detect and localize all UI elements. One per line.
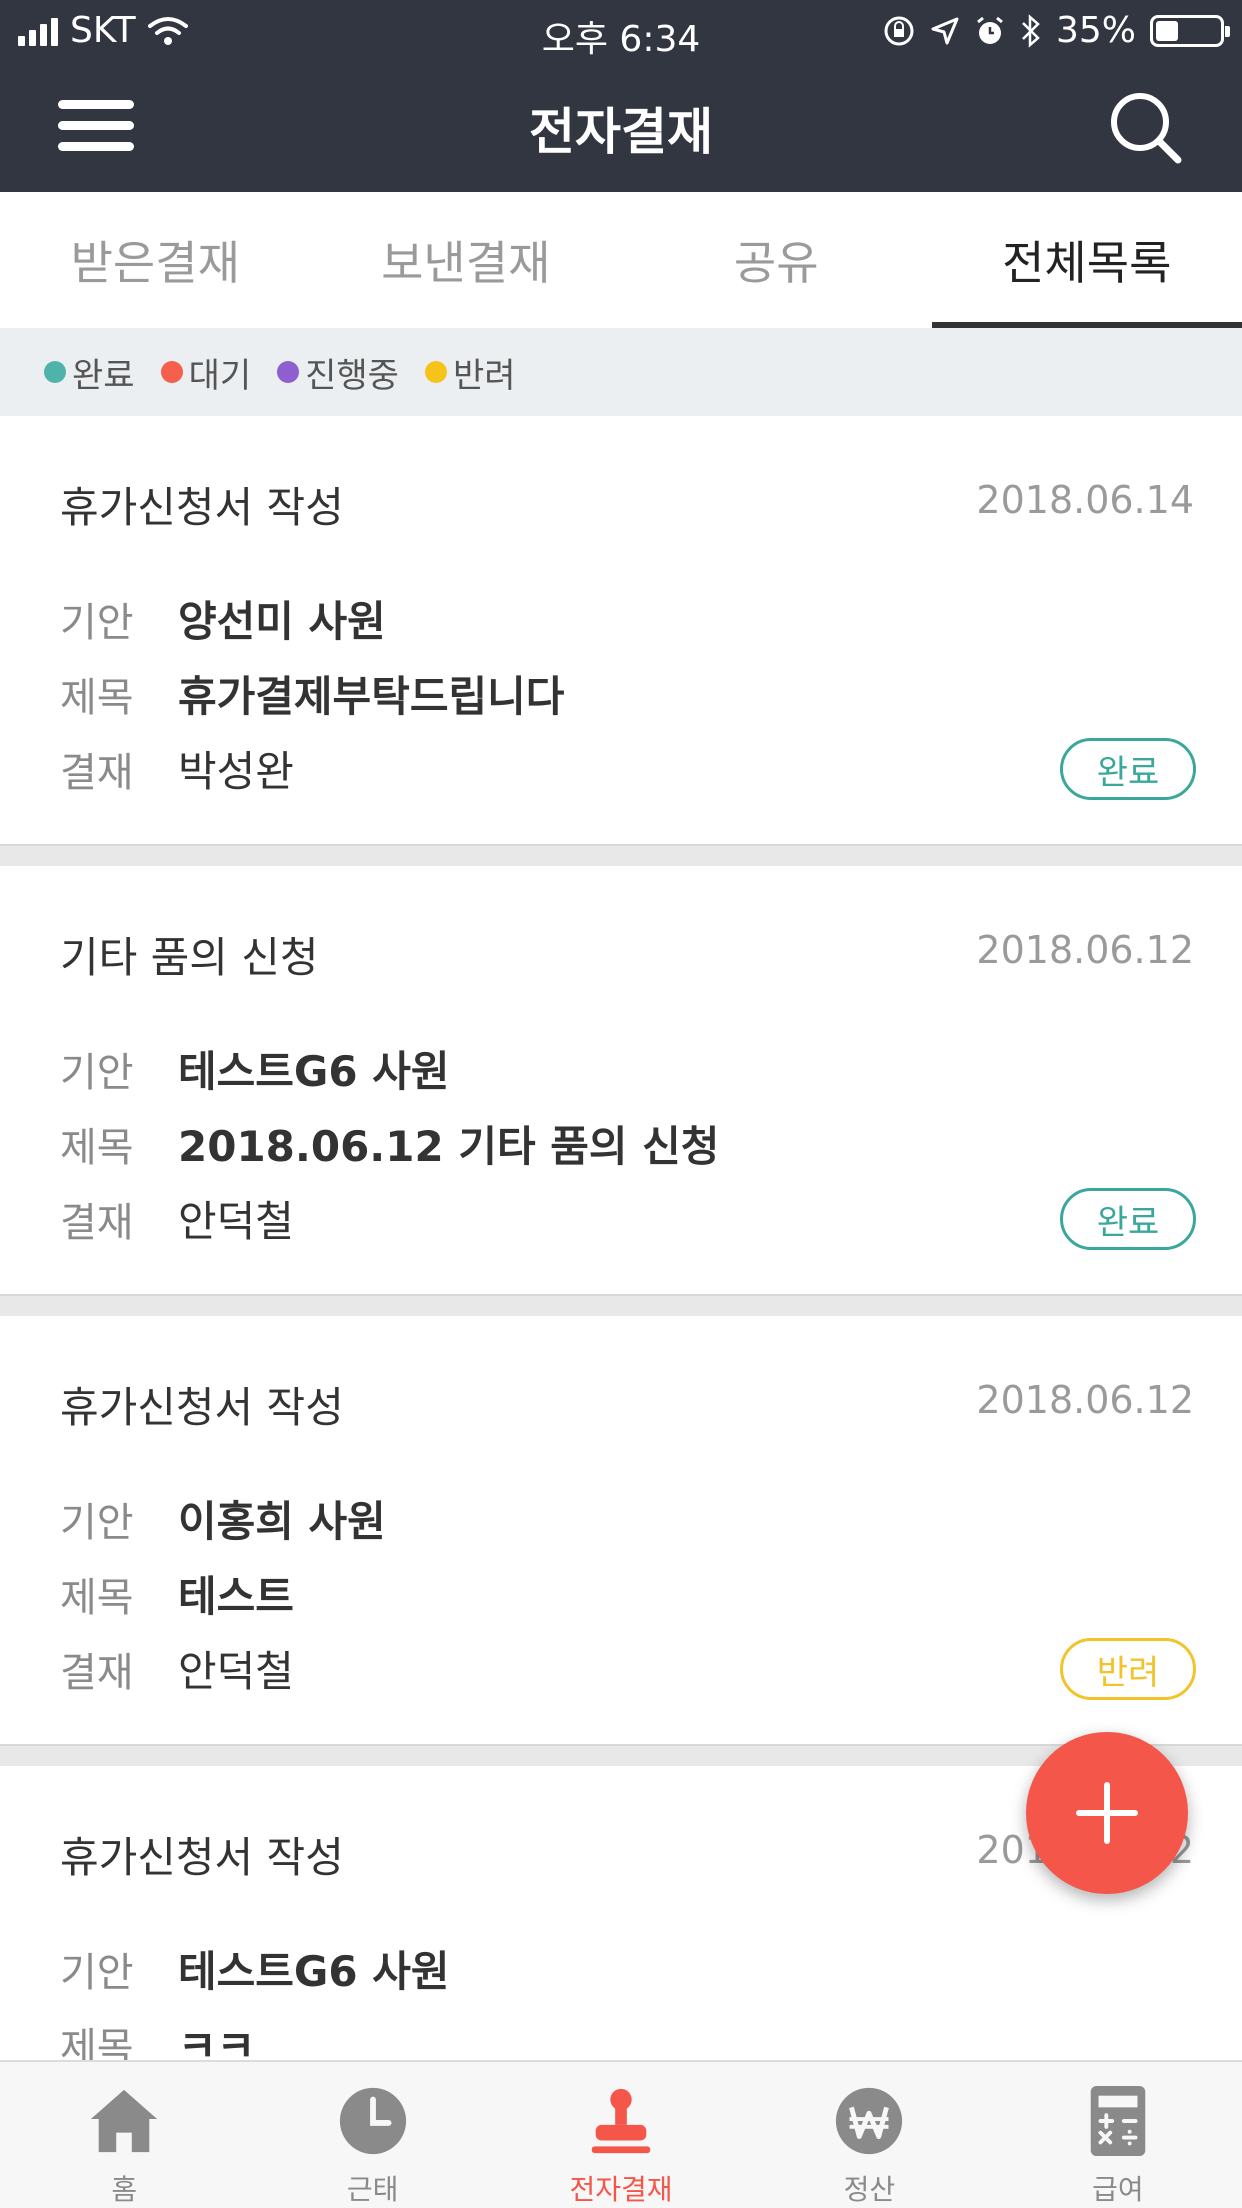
add-document-button[interactable] [1026,1732,1188,1894]
subject-label: 제목 [60,1574,134,1621]
card-date: 2018.06.14 [976,478,1194,522]
drafter-label: 기안 [60,1499,134,1546]
subject-row: 제목 테스트 [60,1563,294,1624]
drafter-row: 기안 테스트G6 사원 [60,1938,450,1999]
approver-label: 결재 [60,749,134,796]
subject-label: 제목 [60,674,134,721]
subject-label: 제목 [60,2024,134,2061]
card-date: 2018.06.12 [976,928,1194,972]
clock-icon [339,2087,406,2155]
drafter-value: 테스트G6 사원 [178,1047,450,1096]
approval-card[interactable]: 휴가신청서 작성 2018.06.14 기안 양선미 사원 제목 휴가결제부탁드… [0,416,1242,846]
approval-card[interactable]: 휴가신청서 작성 2018.06.12 기안 이홍희 사원 제목 테스트 결재 … [0,1316,1242,1746]
status-badge: 완료 [1060,1188,1196,1250]
nav-item-settlement[interactable]: 정산 [745,2062,993,2208]
approver-value: 박성완 [178,747,294,796]
drafter-value: 이홍희 사원 [178,1497,386,1546]
status-badge: 반려 [1060,1638,1196,1700]
subject-label: 제목 [60,1124,134,1171]
drafter-row: 기안 이홍희 사원 [60,1488,386,1549]
location-icon [931,17,959,44]
drafter-label: 기안 [60,599,134,646]
in-progress-dot-icon [277,361,300,383]
approver-row: 결재 안덕철 [60,1638,294,1699]
drafter-label: 기안 [60,1049,134,1096]
complete-dot-icon [44,361,66,383]
tab-shared[interactable]: 공유 [621,192,932,328]
approver-row: 결재 안덕철 [60,1188,294,1249]
tab-received[interactable]: 받은결재 [0,192,311,328]
approver-row: 결재 박성완 [60,738,294,799]
drafter-row: 기안 양선미 사원 [60,588,386,649]
status-legend: 완료 대기 진행중 반려 [0,328,1242,416]
subject-value: 2018.06.12 기타 품의 신청 [178,1122,720,1171]
rotation-lock-icon [884,16,914,45]
subject-value: 휴가결제부탁드립니다 [178,672,565,721]
won-coin-icon [836,2087,903,2155]
tab-all[interactable]: 전체목록 [931,192,1242,328]
battery-percent: 35% [1055,10,1136,51]
drafter-row: 기안 테스트G6 사원 [60,1038,450,1099]
subject-row: 제목 2018.06.12 기타 품의 신청 [60,1113,719,1174]
nav-item-payroll[interactable]: 급여 [994,2062,1242,2208]
tab-bar: 받은결재 보낸결재 공유 전체목록 [0,192,1242,328]
card-title: 휴가신청서 작성 [60,483,344,532]
home-icon [91,2089,158,2153]
approver-value: 안덕철 [178,1647,294,1696]
legend-item-in-progress: 진행중 [277,348,399,397]
tab-sent[interactable]: 보낸결재 [311,192,622,328]
app-bar: 전자결재 [0,62,1242,192]
drafter-value: 양선미 사원 [178,597,386,646]
card-title: 휴가신청서 작성 [60,1833,344,1882]
page-title: 전자결재 [529,103,713,161]
rejected-dot-icon [424,361,447,383]
status-badge: 완료 [1060,738,1196,800]
status-bar: SKT 오후 6:34 35% [0,0,1242,62]
approver-label: 결재 [60,1199,134,1246]
card-title: 기타 품의 신청 [60,933,319,982]
nav-item-home[interactable]: 홈 [0,2062,248,2208]
search-icon[interactable] [1108,90,1184,166]
nav-item-approval[interactable]: 전자결재 [497,2062,745,2208]
bluetooth-icon [1022,13,1040,48]
alarm-icon [977,16,1003,44]
approver-value: 안덕철 [178,1197,294,1246]
drafter-value: 테스트G6 사원 [178,1947,450,1996]
nav-item-attendance[interactable]: 근태 [248,2062,496,2208]
waiting-dot-icon [160,361,183,383]
subject-value: 테스트 [178,1572,294,1621]
stamp-icon [591,2088,651,2154]
legend-item-waiting: 대기 [160,348,251,397]
subject-row: 제목 ㅋㅋ [60,2013,255,2060]
legend-item-complete: 완료 [44,348,135,397]
subject-value: ㅋㅋ [178,2022,256,2060]
card-title: 휴가신청서 작성 [60,1383,344,1432]
top-bar: SKT 오후 6:34 35% 전자결재 [0,0,1242,192]
drafter-label: 기안 [60,1949,134,1996]
legend-item-rejected: 반려 [424,348,516,397]
card-date: 2018.06.12 [976,1378,1194,1422]
calculator-icon [1090,2085,1146,2157]
subject-row: 제목 휴가결제부탁드립니다 [60,663,564,724]
approval-card[interactable]: 기타 품의 신청 2018.06.12 기안 테스트G6 사원 제목 2018.… [0,866,1242,1296]
approver-label: 결재 [60,1649,134,1696]
bottom-nav: 홈 근태 전자결재 정산 급여 [0,2060,1242,2208]
battery-icon [1150,14,1230,47]
